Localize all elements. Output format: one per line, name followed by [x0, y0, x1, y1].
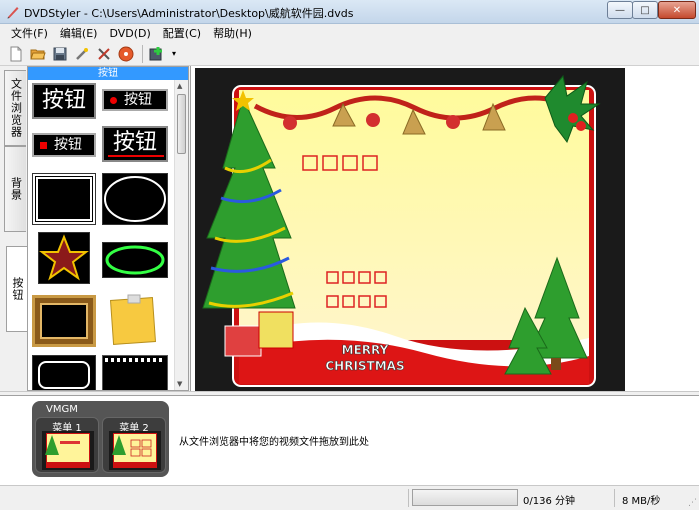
scroll-down-icon[interactable]: ▼	[177, 380, 182, 388]
settings-button[interactable]	[94, 44, 114, 64]
bitrate-status: 8 MB/秒	[622, 496, 661, 507]
tab-background-label: 背景	[9, 177, 23, 201]
status-separator	[408, 489, 409, 507]
duration-status: 0/136 分钟	[523, 496, 575, 507]
red-dot-icon	[110, 97, 117, 104]
menu-2-preview-image	[109, 431, 161, 470]
close-button[interactable]: ✕	[658, 1, 696, 19]
title-bar: DVDStyler - C:\Users\Administrator\Deskt…	[0, 0, 699, 24]
underline-bar	[108, 155, 164, 157]
new-button[interactable]	[6, 44, 26, 64]
button-style-star[interactable]	[38, 232, 90, 284]
film-perforations	[105, 358, 165, 362]
close-icon: ✕	[672, 4, 682, 16]
add-file-icon	[149, 46, 162, 60]
burn-button[interactable]	[116, 44, 136, 64]
tab-background[interactable]: 背景	[4, 146, 26, 232]
button-style-film-strip[interactable]	[102, 355, 168, 390]
tab-file-browser[interactable]: 文件浏览器	[4, 70, 26, 146]
side-tabs: 文件浏览器 背景 按钮	[0, 66, 27, 391]
dvdstyler-app-icon	[7, 7, 19, 19]
button-style-text: 按钮	[54, 137, 82, 153]
menu-config[interactable]: 配置(C)	[158, 25, 206, 41]
drop-hint-text: 从文件浏览器中将您的视频文件拖放到此处	[179, 437, 369, 448]
button-style-rect-frame[interactable]	[32, 173, 96, 225]
menu-dvd[interactable]: DVD(D)	[104, 27, 155, 40]
christmas-menu-artwork: MERRY CHRISTMAS	[195, 68, 625, 391]
star-icon	[39, 234, 89, 281]
button-style-text: 按钮	[41, 88, 86, 113]
buttons-panel-header: 按钮	[28, 67, 188, 80]
button-style-dot-text[interactable]: 按钮	[102, 89, 168, 111]
button-style-text: 按钮	[112, 130, 157, 155]
window-title: DVDStyler - C:\Users\Administrator\Deskt…	[24, 7, 354, 20]
toolbar: ▾	[0, 42, 699, 66]
buttons-grid: 按钮 按钮 按钮 按钮	[28, 80, 175, 390]
titleset-panel[interactable]: VMGM 菜单 1 菜单 2 从文件浏览器中将您的视频文件拖放到此处	[0, 395, 699, 485]
button-style-square-text[interactable]: 按钮	[32, 133, 96, 157]
button-style-text: 按钮	[124, 92, 152, 108]
wizard-button[interactable]	[72, 44, 92, 64]
button-style-text-large[interactable]: 按钮	[32, 83, 96, 119]
save-icon	[53, 47, 67, 60]
burn-disc-icon	[118, 46, 134, 61]
resize-grip-icon[interactable]: ⋰	[688, 498, 697, 508]
open-button[interactable]	[28, 44, 48, 64]
tab-buttons-label: 按钮	[11, 277, 24, 301]
add-file-button[interactable]	[147, 44, 167, 64]
button-style-ellipse-frame[interactable]	[102, 173, 168, 225]
menu-help[interactable]: 帮助(H)	[208, 25, 257, 41]
vmgm-group[interactable]: VMGM 菜单 1 菜单 2	[32, 401, 169, 477]
status-bar: 0/136 分钟 8 MB/秒 ⋰	[0, 485, 699, 510]
status-separator	[614, 489, 615, 507]
red-square-icon	[40, 142, 47, 149]
buttons-panel-scrollbar[interactable]: ▲ ▼	[174, 80, 188, 390]
tab-file-browser-label: 文件浏览器	[9, 78, 23, 138]
new-file-icon	[10, 46, 22, 61]
christmas-text: CHRISTMAS	[325, 359, 404, 373]
chevron-down-icon: ▾	[171, 49, 176, 58]
disc-usage-progress	[412, 489, 518, 506]
menu-preview[interactable]: MERRY CHRISTMAS	[195, 68, 625, 391]
magic-wand-icon	[76, 47, 88, 60]
merry-text: MERRY	[342, 343, 389, 357]
minimize-button[interactable]: —	[607, 1, 633, 19]
vmgm-label: VMGM	[46, 404, 78, 415]
menu-2-thumbnail[interactable]: 菜单 2	[102, 417, 166, 473]
menu-1-thumbnail[interactable]: 菜单 1	[35, 417, 99, 473]
toolbar-separator	[142, 44, 143, 63]
save-button[interactable]	[50, 44, 70, 64]
minimize-icon: —	[615, 4, 625, 16]
menu-edit[interactable]: 编辑(E)	[55, 25, 103, 41]
settings-tools-icon	[98, 47, 110, 60]
button-style-gold-frame[interactable]	[32, 295, 96, 347]
sticky-note-icon	[109, 294, 157, 345]
menu-bar: 文件(F) 编辑(E) DVD(D) 配置(C) 帮助(H)	[0, 24, 699, 42]
add-file-dropdown[interactable]: ▾	[169, 44, 179, 64]
maximize-button[interactable]: □	[632, 1, 658, 19]
button-style-rounded-frame[interactable]	[32, 355, 96, 390]
scrollbar-thumb[interactable]	[177, 94, 186, 154]
gold-frame-inner	[40, 303, 88, 339]
ellipse-frame-shape	[104, 176, 166, 222]
maximize-icon: □	[640, 4, 650, 16]
rect-frame-inner	[35, 176, 93, 222]
button-style-green-ellipse[interactable]	[102, 242, 168, 278]
menu-1-preview-image	[42, 431, 94, 470]
green-ellipse-shape	[105, 245, 165, 275]
button-style-underline-text[interactable]: 按钮	[102, 126, 168, 162]
open-folder-icon	[30, 49, 46, 59]
rounded-frame-inner	[38, 361, 90, 389]
button-style-sticky-note[interactable]	[108, 293, 160, 347]
menu-file[interactable]: 文件(F)	[6, 25, 53, 41]
buttons-panel: 按钮 按钮 按钮 按钮 按钮 ▲ ▼	[27, 66, 189, 391]
menu-editor-canvas[interactable]: MERRY CHRISTMAS	[190, 66, 699, 391]
scroll-up-icon[interactable]: ▲	[177, 82, 182, 90]
tab-buttons[interactable]: 按钮	[6, 246, 27, 332]
